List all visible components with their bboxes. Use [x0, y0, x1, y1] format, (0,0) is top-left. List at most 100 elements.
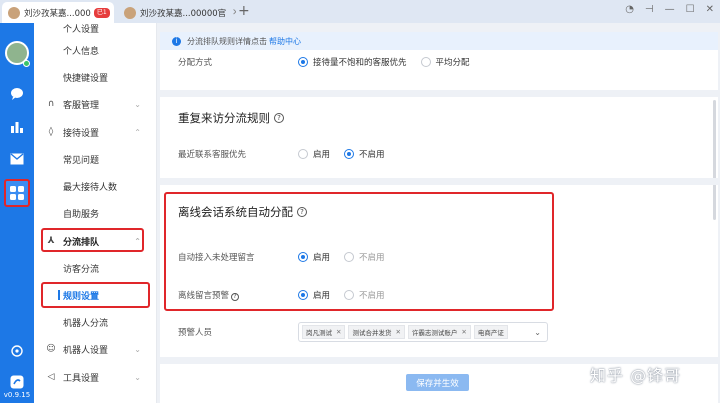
chevron-down-icon: ⌄: [134, 99, 141, 109]
menu-label: 自助服务: [63, 209, 100, 220]
highlight-offline-section: [164, 192, 554, 311]
menu-item-faq[interactable]: 常见问题: [34, 148, 157, 170]
radio-dot: [298, 149, 308, 159]
avatar: [8, 6, 20, 19]
tag-label: 电商产证: [477, 329, 504, 337]
menu-item-visitor-routing[interactable]: 访客分流: [34, 257, 157, 279]
radio-average[interactable]: 平均分配: [420, 56, 470, 68]
help-icon[interactable]: [8, 342, 26, 360]
watermark: 知乎 @锋哥: [590, 366, 682, 385]
mail-icon[interactable]: [8, 150, 26, 168]
window-controls: ◔ ⊣ — ☐ ✕: [625, 4, 714, 15]
menu-item-self-service[interactable]: 自助服务: [34, 202, 157, 224]
tag-label: 岗凡测试: [306, 329, 332, 337]
menu-label: 机器人设置: [63, 345, 109, 356]
menu-label: 访客分流: [63, 264, 100, 275]
version-label: v0.9.15: [3, 391, 31, 399]
radio-recent-on[interactable]: 启用: [298, 148, 330, 160]
menu-label: 最大接待人数: [63, 182, 118, 193]
highlight-routing: [41, 228, 144, 252]
drop-icon: ◊: [48, 127, 54, 137]
menu-agent-mgmt[interactable]: ∩ 客服管理 ⌄: [34, 93, 157, 115]
close-icon[interactable]: ✕: [336, 328, 341, 336]
section-title: 重复来访分流规则: [178, 111, 270, 125]
menu-label: 接待设置: [63, 128, 100, 139]
radio-label: 平均分配: [435, 58, 470, 68]
assign-method-row: 分配方式 接待量不饱和的客服优先 平均分配: [178, 54, 484, 70]
menu-bot-settings[interactable]: ☺ 机器人设置 ⌄: [34, 338, 157, 360]
repeat-visit-title: 重复来访分流规则 ?: [178, 110, 284, 126]
menu-label: 常见问题: [63, 155, 100, 166]
info-icon: i: [172, 36, 181, 46]
warn-people-label: 预警人员: [178, 328, 213, 338]
tag-label: 许霸志测试账户: [411, 329, 458, 337]
highlight-rule-settings: [41, 282, 150, 308]
maximize-icon[interactable]: ☐: [686, 4, 695, 15]
close-icon[interactable]: ✕: [232, 8, 236, 18]
tag-label: 测试合并发货: [352, 329, 392, 337]
chevron-down-icon[interactable]: ⌄: [534, 328, 541, 337]
menu-item-personal-info[interactable]: 个人信息: [34, 39, 157, 61]
info-banner: i 分流排队规则详情点击 帮助中心: [160, 32, 718, 50]
section-divider: [160, 90, 718, 97]
tab-badge: 已1: [93, 7, 110, 18]
radio-dot: [298, 57, 308, 67]
chevron-down-icon: ⌄: [134, 372, 141, 382]
app-logo-icon: [8, 373, 26, 391]
menu-personal-settings[interactable]: 个人设置: [34, 17, 157, 39]
chevron-down-icon: ⌄: [134, 344, 141, 354]
radio-dot: [344, 149, 355, 159]
close-icon[interactable]: ✕: [461, 328, 466, 336]
settings-icon[interactable]: ◔: [625, 4, 634, 15]
menu-label: 个人信息: [63, 46, 100, 57]
help-center-link[interactable]: 帮助中心: [269, 36, 301, 47]
apps-icon[interactable]: [4, 179, 30, 207]
menu-label: 工具设置: [63, 373, 100, 384]
radio-label: 启用: [313, 150, 331, 160]
menu-label: 快捷键设置: [63, 73, 109, 84]
radio-unsaturated-first[interactable]: 接待量不饱和的客服优先: [298, 56, 407, 68]
question-icon[interactable]: ?: [274, 113, 284, 123]
recent-contact-label: 最近联系客服优先: [178, 150, 247, 160]
menu-item-bot-routing[interactable]: 机器人分流: [34, 311, 157, 333]
menu-label: 机器人分流: [63, 318, 109, 329]
robot-icon: ☺: [46, 344, 56, 354]
rules-panel: 分配方式 接待量不饱和的客服优先 平均分配 重复来访分流规则 ? 最近联系客服优…: [160, 50, 718, 403]
radio-label: 不启用: [359, 150, 385, 160]
menu-tool-settings[interactable]: ◁ 工具设置 ⌄: [34, 366, 157, 388]
assign-method-label: 分配方式: [178, 58, 213, 68]
icon-sidebar: v0.9.15: [0, 23, 34, 403]
person-tag: 许霸志测试账户 ✕: [407, 325, 471, 339]
pin-icon[interactable]: ⊣: [645, 4, 654, 15]
menu-label: 客服管理: [63, 100, 100, 111]
save-button[interactable]: 保存并生效: [406, 374, 469, 391]
person-tag: 电商产证: [473, 325, 508, 339]
scrollbar[interactable]: [713, 100, 716, 220]
person-tag: 测试合并发货 ✕: [348, 325, 405, 339]
radio-recent-off[interactable]: 不启用: [344, 148, 385, 160]
minimize-icon[interactable]: —: [665, 4, 675, 15]
chevron-up-icon: ⌃: [134, 127, 141, 137]
menu-item-shortcut[interactable]: 快捷键设置: [34, 66, 157, 88]
close-icon[interactable]: ✕: [395, 328, 400, 336]
send-icon: ◁: [47, 372, 55, 382]
menu-label: 个人设置: [63, 24, 100, 35]
radio-label: 接待量不饱和的客服优先: [313, 58, 407, 68]
warn-people-row: 预警人员: [178, 324, 298, 340]
person-tag: 岗凡测试 ✕: [302, 325, 346, 339]
close-icon[interactable]: ✕: [706, 4, 714, 15]
recent-contact-row: 最近联系客服优先 启用 不启用: [178, 146, 399, 162]
menu-item-max-reception[interactable]: 最大接待人数: [34, 175, 157, 197]
chat-icon[interactable]: [8, 85, 26, 103]
stats-icon[interactable]: [8, 118, 26, 136]
warn-people-select[interactable]: 岗凡测试 ✕ 测试合并发货 ✕ 许霸志测试账户 ✕ 电商产证 ⌄: [298, 322, 548, 342]
radio-dot: [420, 57, 431, 67]
info-text: 分流排队规则详情点击: [187, 36, 267, 46]
settings-menu: 个人设置 个人信息 快捷键设置 ∩ 客服管理 ⌄ ◊ 接待设置 ⌃ 常见问题 最…: [34, 23, 157, 403]
user-icon: [46, 23, 56, 33]
online-status-icon: [23, 60, 30, 67]
headset-icon: ∩: [47, 99, 55, 109]
menu-reception[interactable]: ◊ 接待设置 ⌃: [34, 121, 157, 143]
section-divider: [160, 178, 718, 185]
new-tab-button[interactable]: +: [238, 3, 250, 19]
